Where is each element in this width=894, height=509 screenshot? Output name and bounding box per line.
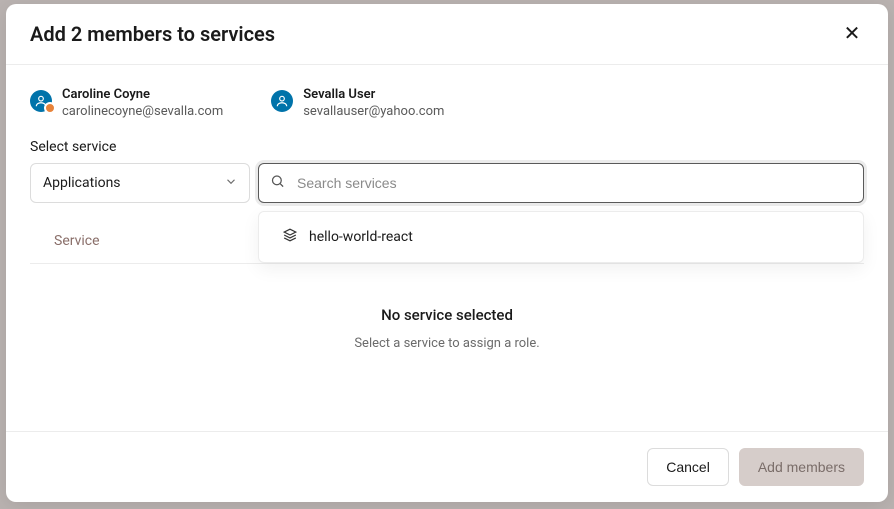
stack-icon (283, 228, 297, 246)
dropdown-item-label: hello-world-react (309, 229, 413, 245)
service-type-select-wrap: Applications (30, 163, 250, 203)
add-members-button[interactable]: Add members (739, 448, 864, 486)
dropdown-item[interactable]: hello-world-react (259, 218, 863, 256)
empty-title: No service selected (30, 306, 864, 324)
modal-body: Caroline Coyne carolinecoyne@sevalla.com… (6, 65, 888, 431)
modal-footer: Cancel Add members (6, 431, 888, 502)
column-header-service: Service (54, 233, 100, 249)
select-service-label: Select service (30, 139, 864, 155)
user-icon (275, 94, 289, 108)
modal-title: Add 2 members to services (30, 22, 275, 46)
modal-header: Add 2 members to services ✕ (6, 4, 888, 65)
avatar (271, 90, 293, 112)
member-name: Caroline Coyne (62, 87, 223, 102)
empty-subtitle: Select a service to assign a role. (30, 336, 864, 351)
avatar (30, 90, 52, 112)
member-name: Sevalla User (303, 87, 444, 102)
search-input[interactable] (258, 163, 864, 203)
search-wrap: hello-world-react (258, 163, 864, 203)
avatar-badge (44, 102, 56, 114)
member-email: sevallauser@yahoo.com (303, 104, 444, 119)
empty-state: No service selected Select a service to … (30, 264, 864, 381)
cancel-button[interactable]: Cancel (647, 448, 729, 486)
member-item: Sevalla User sevallauser@yahoo.com (271, 87, 444, 119)
search-dropdown: hello-world-react (258, 211, 864, 263)
close-icon: ✕ (844, 24, 861, 44)
member-item: Caroline Coyne carolinecoyne@sevalla.com (30, 87, 223, 119)
members-row: Caroline Coyne carolinecoyne@sevalla.com… (30, 87, 864, 119)
controls-row: Applications hello-world-react (30, 163, 864, 203)
add-members-modal: Add 2 members to services ✕ Caroline Coy… (6, 4, 888, 502)
close-button[interactable]: ✕ (840, 22, 864, 46)
service-type-selected: Applications (43, 175, 121, 191)
member-email: carolinecoyne@sevalla.com (62, 104, 223, 119)
service-type-select[interactable]: Applications (30, 163, 250, 203)
